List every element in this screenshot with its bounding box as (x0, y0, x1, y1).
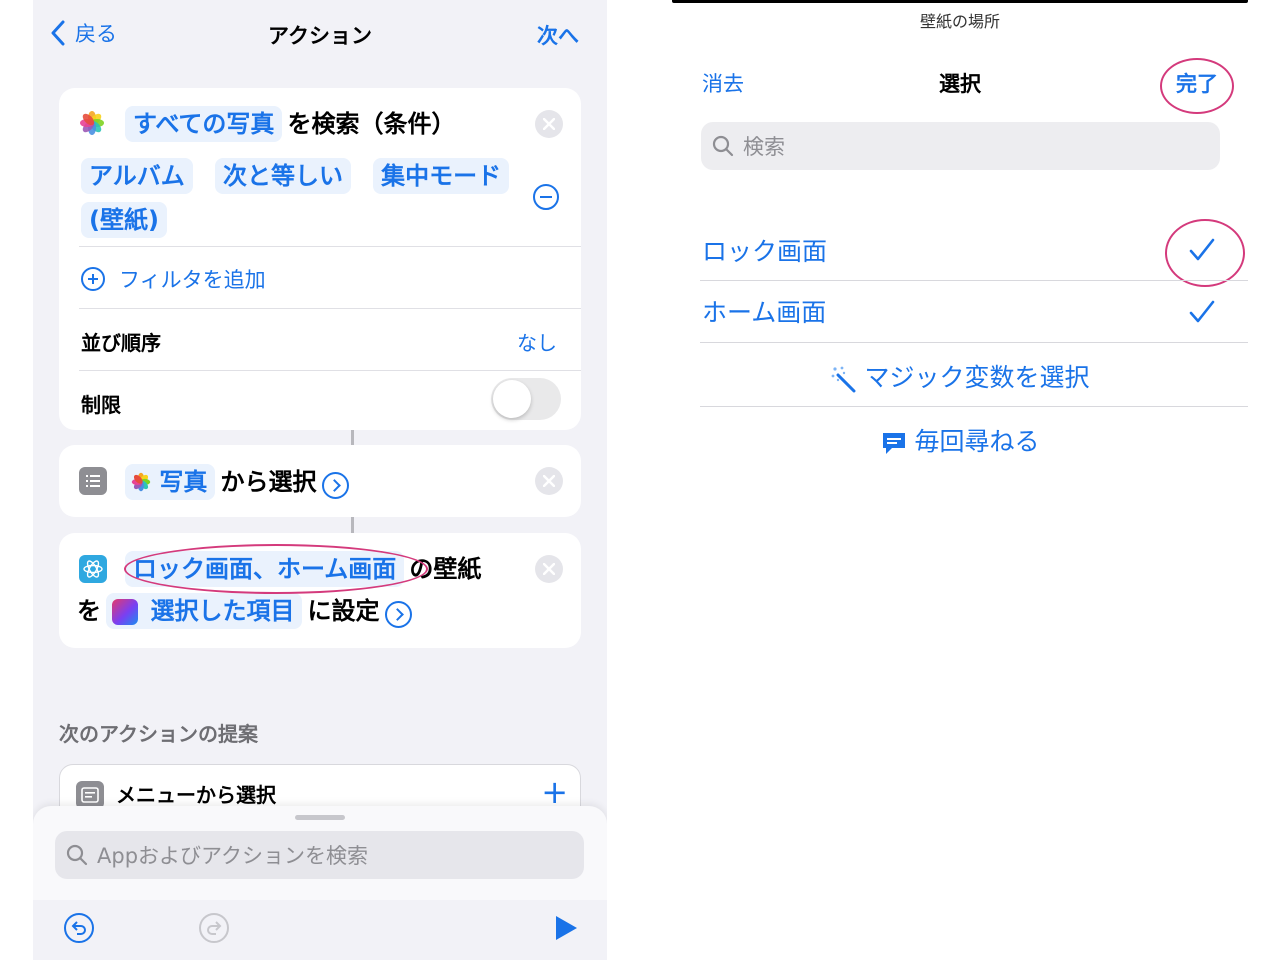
option-lock-screen[interactable]: ロック画面 (702, 232, 827, 268)
ask-each-time-label: 毎回尋ねる (914, 427, 1040, 456)
shortcuts-icon (112, 599, 139, 625)
suggestions-header: 次のアクションの提案 (59, 722, 258, 746)
divider (79, 370, 581, 371)
option-home-screen[interactable]: ホーム画面 (702, 293, 826, 329)
menu-icon (76, 781, 104, 809)
wallpaper-location-picker: 壁紙の場所 消去 選択 完了 検索 ロック画面 ホーム画面 マジック変数を選択 … (672, 0, 1248, 960)
magic-wand-icon (832, 366, 856, 393)
remove-action-button[interactable] (535, 110, 563, 138)
search-placeholder: Appおよびアクションを検索 (97, 844, 368, 868)
picker-header: 壁紙の場所 (919, 12, 1000, 31)
divider (79, 246, 581, 247)
sheet-grabber[interactable] (295, 815, 345, 820)
filter-equals-token[interactable]: 次と等しい (214, 158, 351, 194)
divider (700, 280, 1248, 281)
plus-circle-icon (81, 267, 105, 291)
page-title: アクション (268, 24, 372, 48)
search-icon (66, 844, 88, 866)
wallpaper-icon (79, 555, 107, 583)
search-icon (712, 135, 734, 157)
photos-icon (131, 472, 151, 492)
filter-album-token[interactable]: アルバム (81, 158, 193, 194)
annotation-ellipse (124, 544, 428, 594)
photos-token-label: 写真 (159, 468, 208, 496)
from-text: から選択 (220, 468, 317, 496)
chevron-circle-icon[interactable] (321, 472, 349, 499)
toggle-knob (493, 380, 531, 418)
nav-bar: 戻る アクション 次へ (33, 0, 607, 70)
search-placeholder: 検索 (743, 135, 785, 159)
add-filter-button[interactable]: フィルタを追加 (81, 264, 266, 294)
action-connector (351, 430, 354, 445)
action-sentence: 写真 から選択 (125, 464, 349, 500)
all-photos-token[interactable]: すべての写真 (125, 106, 283, 142)
remove-action-button[interactable] (535, 555, 563, 583)
wo-text: を (77, 597, 101, 625)
remove-action-button[interactable] (535, 467, 563, 495)
sort-value[interactable]: なし (517, 327, 557, 356)
search-text: を検索（条件） (287, 110, 456, 138)
action-sentence: すべての写真 を検索（条件） (125, 106, 455, 142)
action-search-input[interactable]: Appおよびアクションを検索 (55, 831, 584, 879)
redo-icon[interactable] (198, 912, 230, 944)
divider (700, 406, 1248, 407)
select-photos-action-card: 写真 から選択 (59, 445, 581, 517)
play-icon[interactable] (553, 914, 579, 942)
filter-row: アルバム 次と等しい 集中モード (壁紙) (81, 158, 521, 238)
close-icon (543, 475, 555, 487)
photos-icon (80, 111, 104, 135)
photos-token[interactable]: 写真 (125, 464, 216, 500)
filter-value-token-line2[interactable]: (壁紙) (81, 202, 167, 238)
divider (79, 308, 581, 309)
magic-variable-button[interactable]: マジック変数を選択 (672, 358, 1248, 394)
selected-items-token[interactable]: 選択した項目 (106, 593, 303, 629)
set-text: に設定 (307, 597, 380, 625)
minus-circle-icon[interactable] (533, 184, 559, 210)
search-input[interactable]: 検索 (701, 122, 1220, 170)
bottom-toolbar (33, 900, 607, 960)
close-icon (543, 118, 555, 130)
undo-icon[interactable] (63, 912, 95, 944)
checkmark-icon (1189, 300, 1215, 323)
list-icon (79, 467, 107, 495)
close-icon (543, 563, 555, 575)
limit-toggle[interactable] (491, 378, 561, 420)
sheet-edge (672, 0, 1248, 3)
suggestion-label: メニューから選択 (116, 783, 276, 807)
divider (700, 342, 1248, 343)
add-filter-label: フィルタを追加 (119, 268, 266, 292)
chevron-circle-icon[interactable] (384, 601, 412, 628)
next-button[interactable]: 次へ (537, 20, 579, 50)
filter-value-token[interactable]: 集中モード (373, 158, 510, 194)
ask-each-time-button[interactable]: 毎回尋ねる (672, 422, 1248, 458)
annotation-ellipse (1160, 58, 1234, 114)
chat-bubble-icon (883, 433, 906, 454)
limit-label: 制限 (81, 393, 121, 417)
action-sentence-line2: を 選択した項目 に設定 (77, 593, 412, 629)
magic-variable-label: マジック変数を選択 (864, 363, 1090, 392)
shortcut-editor-screen: 戻る アクション 次へ すべての写真 を検索（条件） アルバム 次と等しい 集中… (33, 0, 607, 960)
action-connector (351, 517, 354, 533)
find-photos-action-card: すべての写真 を検索（条件） アルバム 次と等しい 集中モード (壁紙) フィル… (59, 88, 581, 430)
selected-items-label: 選択した項目 (150, 597, 295, 625)
annotation-ellipse (1165, 219, 1245, 287)
sort-label: 並び順序 (81, 331, 161, 355)
